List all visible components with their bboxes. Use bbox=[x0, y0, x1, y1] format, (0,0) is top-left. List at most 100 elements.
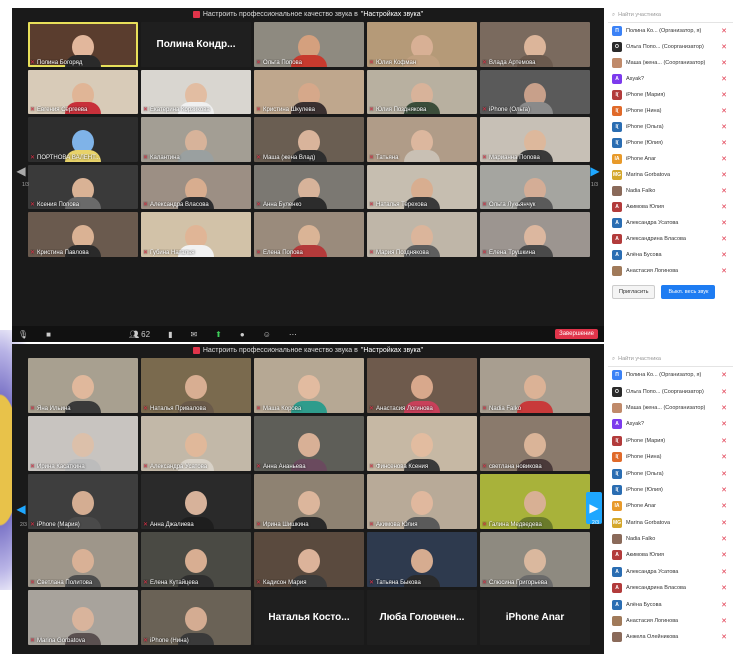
next-page-icon[interactable]: ▶ bbox=[588, 158, 602, 184]
muted-mic-icon[interactable]: ✕ bbox=[721, 43, 727, 51]
video-tile[interactable]: ✕ Анна Ананьева bbox=[254, 416, 364, 471]
video-tile[interactable]: Полина Кондр... bbox=[141, 22, 251, 67]
muted-mic-icon[interactable]: ✕ bbox=[721, 235, 727, 243]
more-icon[interactable]: ⋯ bbox=[289, 330, 297, 339]
video-tile[interactable]: ✕ светлана новикова bbox=[480, 416, 590, 471]
video-tile[interactable]: ✕ Полина Богоряд bbox=[28, 22, 138, 67]
prev-page-icon[interactable]: ◀ bbox=[14, 496, 28, 522]
muted-mic-icon[interactable]: ✕ bbox=[721, 633, 727, 641]
poll-icon[interactable]: ▮ bbox=[168, 330, 172, 339]
muted-mic-icon[interactable]: ✕ bbox=[721, 155, 727, 163]
participant-row[interactable]: Маша (жена... (Соорганизатор) ✕ bbox=[608, 55, 733, 71]
muted-mic-icon[interactable]: ✕ bbox=[721, 535, 727, 543]
muted-mic-icon[interactable]: ✕ bbox=[721, 453, 727, 461]
participant-row[interactable]: IA iPhone Anar ✕ bbox=[608, 151, 733, 167]
muted-mic-icon[interactable]: ✕ bbox=[721, 27, 727, 35]
participant-row[interactable]: A Asyak? ✕ bbox=[608, 416, 733, 432]
video-tile[interactable]: ✕ Marina Gorbatova bbox=[28, 590, 138, 645]
participant-row[interactable]: A Алёна Бусова ✕ bbox=[608, 596, 733, 612]
video-tile[interactable]: ✕ Анна Джалиева bbox=[141, 474, 251, 529]
muted-mic-icon[interactable]: ✕ bbox=[721, 502, 727, 510]
participant-row[interactable]: О Ольга Попо... (Соорганизатор) ✕ bbox=[608, 39, 733, 55]
participant-row[interactable]: Маша (жена... (Соорганизатор) ✕ bbox=[608, 400, 733, 416]
audio-settings-link[interactable]: "Настройках звука" bbox=[361, 11, 423, 18]
muted-mic-icon[interactable]: ✕ bbox=[721, 371, 727, 379]
participant-row[interactable]: A Александрина Власова ✕ bbox=[608, 580, 733, 596]
participant-row[interactable]: П Полина Ко... (Организатор, я) ✕ bbox=[608, 367, 733, 383]
participant-row[interactable]: I(iPhone (Мария) ✕ bbox=[608, 433, 733, 449]
video-tile[interactable]: iPhone Anar bbox=[480, 590, 590, 645]
video-tile[interactable]: ✕ Татьяна bbox=[367, 117, 477, 162]
muted-mic-icon[interactable]: ✕ bbox=[721, 219, 727, 227]
video-tile[interactable]: ✕ Ирина Касаткина bbox=[28, 416, 138, 471]
participant-row[interactable]: П Полина Ко... (Организатор, я) ✕ bbox=[608, 23, 733, 39]
video-tile[interactable]: ✕ Ольга Попова bbox=[254, 22, 364, 67]
chat-icon[interactable]: ✉︎ bbox=[190, 330, 197, 339]
video-tile[interactable]: ✕ Елена Кутайцева bbox=[141, 532, 251, 587]
muted-mic-icon[interactable]: ✕ bbox=[721, 267, 727, 275]
participant-row[interactable]: A Акимова Юлия ✕ bbox=[608, 547, 733, 563]
video-tile[interactable]: ✕ iPhone (Ольга) bbox=[480, 69, 590, 114]
video-tile[interactable]: ✕ Ирина Шишкина bbox=[254, 474, 364, 529]
prev-page-icon[interactable]: ◀ bbox=[14, 158, 28, 184]
video-tile[interactable]: ✕ Юлия Кофман bbox=[367, 22, 477, 67]
video-tile[interactable]: ✕ Анна Буленко bbox=[254, 164, 364, 209]
muted-mic-icon[interactable]: ✕ bbox=[721, 420, 727, 428]
video-tile[interactable]: ✕ Кристина Шкулева bbox=[254, 69, 364, 114]
end-meeting-button[interactable]: Завершение bbox=[555, 329, 598, 339]
muted-mic-icon[interactable]: ✕ bbox=[721, 486, 727, 494]
muted-mic-icon[interactable]: ✕ bbox=[721, 437, 727, 445]
muted-mic-icon[interactable]: ✕ bbox=[721, 584, 727, 592]
video-tile[interactable]: ✕ Татьяна Быкова bbox=[367, 532, 477, 587]
participant-row[interactable]: A Александра Усатова ✕ bbox=[608, 564, 733, 580]
video-tile[interactable]: Люба Головчен... bbox=[367, 590, 477, 645]
muted-mic-icon[interactable]: ✕ bbox=[721, 551, 727, 559]
video-tile[interactable]: ✕ Маша Корова bbox=[254, 358, 364, 413]
video-tile[interactable]: ✕ Маша (жена Влад) bbox=[254, 117, 364, 162]
participant-row[interactable]: MG Marina Gorbatova ✕ bbox=[608, 515, 733, 531]
participant-row[interactable]: Анастасия Логинова ✕ bbox=[608, 613, 733, 629]
muted-mic-icon[interactable]: ✕ bbox=[721, 75, 727, 83]
muted-mic-icon[interactable]: ✕ bbox=[721, 388, 727, 396]
video-tile[interactable]: ✕ Кадисон Мария bbox=[254, 532, 364, 587]
video-tile[interactable]: ✕ Ксения Попова bbox=[28, 164, 138, 209]
muted-mic-icon[interactable]: ✕ bbox=[721, 601, 727, 609]
video-tile[interactable]: ✕ Анастасия Логинова bbox=[367, 358, 477, 413]
muted-mic-icon[interactable]: ✕ bbox=[721, 123, 727, 131]
participant-row[interactable]: I(iPhone (Нина) ✕ bbox=[608, 103, 733, 119]
muted-mic-icon[interactable]: ✕ bbox=[721, 91, 727, 99]
video-tile[interactable]: ✕ Светлана Политова bbox=[28, 532, 138, 587]
video-tile[interactable]: ✕ Калантина bbox=[141, 117, 251, 162]
muted-mic-icon[interactable]: ✕ bbox=[721, 470, 727, 478]
video-tile[interactable]: ✕ Влада Артемова bbox=[480, 22, 590, 67]
video-tile[interactable]: ✕ Наталья Привалова bbox=[141, 358, 251, 413]
participant-row[interactable]: A Александрина Власова ✕ bbox=[608, 231, 733, 247]
video-icon[interactable]: ■ bbox=[46, 330, 51, 339]
reactions-icon[interactable]: ☺︎ bbox=[263, 330, 271, 339]
participant-row[interactable]: MG Marina Gorbatova ✕ bbox=[608, 167, 733, 183]
muted-mic-icon[interactable]: ✕ bbox=[721, 203, 727, 211]
participant-row[interactable]: Анжела Олейникова ✕ bbox=[608, 629, 733, 645]
video-tile[interactable]: ✕ Елена Трушкина bbox=[480, 212, 590, 257]
share-screen-icon[interactable]: ⬆︎ bbox=[215, 330, 222, 339]
participant-row[interactable]: Nadia Falko ✕ bbox=[608, 531, 733, 547]
audio-settings-link[interactable]: "Настройках звука" bbox=[361, 347, 423, 354]
participant-row[interactable]: A Алёна Бусова ✕ bbox=[608, 247, 733, 263]
participant-row[interactable]: Nadia Falko ✕ bbox=[608, 183, 733, 199]
muted-mic-icon[interactable]: ✕ bbox=[721, 519, 727, 527]
participant-row[interactable]: I(iPhone (Юлия) ✕ bbox=[608, 135, 733, 151]
video-tile[interactable]: ✕ ПОРТНОВА ВАЛЕНТ... bbox=[28, 117, 138, 162]
participant-search[interactable]: ⌕ Найти участника bbox=[608, 8, 733, 23]
muted-mic-icon[interactable]: ✕ bbox=[721, 59, 727, 67]
video-tile[interactable]: ✕ Галина Медведева bbox=[480, 474, 590, 529]
participant-row[interactable]: I(iPhone (Нина) ✕ bbox=[608, 449, 733, 465]
video-tile[interactable]: ✕ Елена Попова bbox=[254, 212, 364, 257]
video-tile[interactable]: ✕ Юлия Позднякова bbox=[367, 69, 477, 114]
video-tile[interactable]: ✕ Евгения Сергеева bbox=[28, 69, 138, 114]
video-tile[interactable]: ✕ Ольга Лукьянчук bbox=[480, 164, 590, 209]
muted-mic-icon[interactable]: ✕ bbox=[721, 187, 727, 195]
participant-row[interactable]: I(iPhone (Мария) ✕ bbox=[608, 87, 733, 103]
video-tile[interactable]: ✕ Александра Власова bbox=[141, 164, 251, 209]
mute-all-button[interactable]: Выкл. весь звук bbox=[661, 285, 716, 299]
muted-mic-icon[interactable]: ✕ bbox=[721, 617, 727, 625]
